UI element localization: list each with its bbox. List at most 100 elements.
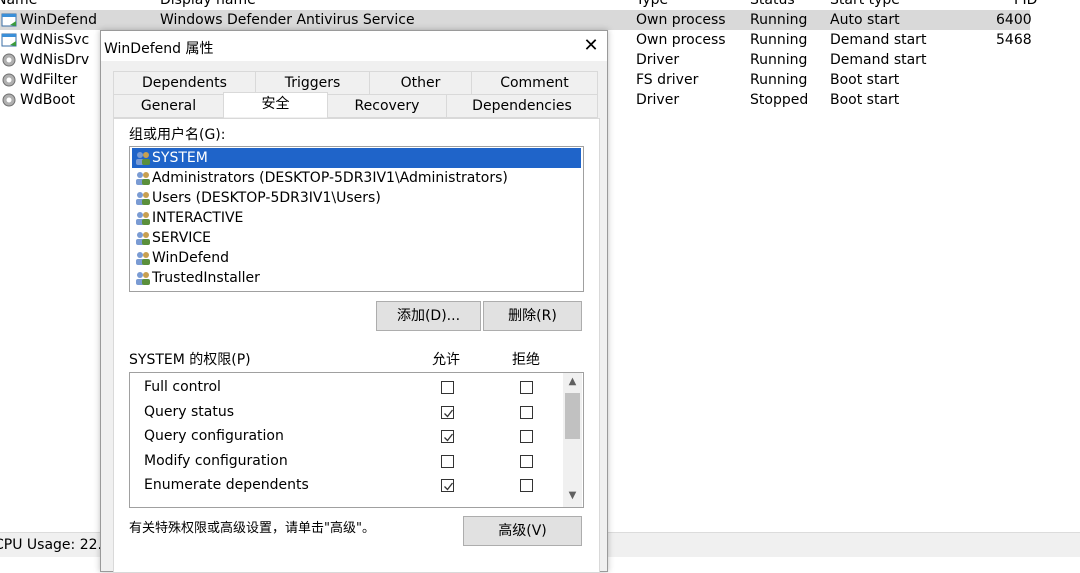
user-name: Administrators (DESKTOP-5DR3IV1\Administ…	[152, 170, 508, 186]
list-item[interactable]: TrustedInstaller	[132, 268, 581, 288]
tab-comment[interactable]: Comment	[471, 71, 598, 95]
col-header-status[interactable]: Status	[750, 0, 795, 8]
advanced-hint: 有关特殊权限或高级设置，请单击"高级"。	[129, 521, 375, 536]
permission-name: Modify configuration	[144, 453, 288, 469]
check-icon	[444, 409, 454, 418]
permission-name: Query status	[144, 404, 235, 420]
service-window-icon	[1, 13, 17, 27]
users-icon	[136, 172, 150, 185]
check-icon	[444, 433, 454, 442]
permission-name: Full control	[144, 379, 221, 395]
col-header-display-name[interactable]: Display name	[160, 0, 256, 8]
service-type: Driver	[636, 92, 680, 108]
check-icon	[444, 482, 454, 491]
list-item[interactable]: SYSTEM	[132, 148, 581, 168]
permissions-list: Full control Query status Query configur…	[129, 372, 584, 508]
user-name: INTERACTIVE	[152, 210, 244, 226]
deny-checkbox[interactable]	[520, 455, 533, 468]
service-name: WdBoot	[20, 92, 75, 108]
tab-dependencies[interactable]: Dependencies	[446, 94, 598, 118]
advanced-button[interactable]: 高级(V)	[463, 516, 582, 546]
col-header-type[interactable]: Type	[636, 0, 668, 8]
users-icon	[136, 272, 150, 285]
users-icon	[136, 212, 150, 225]
allow-checkbox[interactable]	[441, 430, 454, 443]
remove-button[interactable]: 删除(R)	[483, 301, 582, 331]
gear-icon	[2, 53, 16, 67]
scrollbar-thumb[interactable]	[565, 393, 580, 439]
users-icon	[136, 152, 150, 165]
permissions-scrollbar[interactable]: ▲ ▼	[563, 373, 582, 507]
permission-name: Query configuration	[144, 428, 284, 444]
service-pid: 6400	[996, 12, 1032, 28]
permission-row: Query configuration	[130, 425, 560, 449]
service-type: Own process	[636, 32, 726, 48]
deny-checkbox[interactable]	[520, 381, 533, 394]
tab-general[interactable]: General	[113, 94, 224, 118]
permission-row: Query status	[130, 401, 560, 425]
dialog-titlebar[interactable]: WinDefend 属性 ✕	[101, 31, 607, 61]
deny-header: 拒绝	[512, 352, 540, 368]
permission-name: Enumerate dependents	[144, 477, 309, 493]
allow-checkbox[interactable]	[441, 479, 454, 492]
add-button[interactable]: 添加(D)...	[376, 301, 481, 331]
service-name: WdNisDrv	[20, 52, 90, 68]
service-display-name: Windows Defender Antivirus Service	[160, 12, 415, 28]
allow-header: 允许	[432, 352, 460, 368]
service-start-type: Auto start	[830, 12, 900, 28]
dialog-title: WinDefend 属性	[104, 41, 214, 57]
service-start-type: Demand start	[830, 52, 927, 68]
service-type: Own process	[636, 12, 726, 28]
col-header-name[interactable]: Name	[0, 0, 37, 8]
list-item[interactable]: WinDefend	[132, 248, 581, 268]
user-name: WinDefend	[152, 250, 229, 266]
service-status: Running	[750, 12, 808, 28]
service-status: Running	[750, 32, 808, 48]
properties-dialog: WinDefend 属性 ✕ Dependents Triggers Other…	[100, 30, 608, 573]
users-listbox[interactable]: SYSTEM Administrators (DESKTOP-5DR3IV1\A…	[129, 146, 584, 292]
cpu-usage-text: CPU Usage: 22.5	[0, 537, 111, 553]
user-name: SERVICE	[152, 230, 212, 246]
list-item[interactable]: INTERACTIVE	[132, 208, 581, 228]
close-icon[interactable]: ✕	[579, 33, 603, 59]
gear-icon	[2, 93, 16, 107]
service-pid: 5468	[996, 32, 1032, 48]
deny-checkbox[interactable]	[520, 430, 533, 443]
users-icon	[136, 252, 150, 265]
list-item[interactable]: Administrators (DESKTOP-5DR3IV1\Administ…	[132, 168, 581, 188]
tab-other[interactable]: Other	[369, 71, 472, 95]
scroll-down-icon[interactable]: ▼	[563, 487, 582, 505]
scroll-up-icon[interactable]: ▲	[563, 373, 582, 391]
col-header-pid[interactable]: PID	[1014, 0, 1037, 8]
users-icon	[136, 192, 150, 205]
user-name: TrustedInstaller	[152, 270, 260, 286]
service-status: Stopped	[750, 92, 809, 108]
table-row[interactable]: WinDefend Windows Defender Antivirus Ser…	[0, 10, 1032, 30]
deny-checkbox[interactable]	[520, 479, 533, 492]
user-name: Users (DESKTOP-5DR3IV1\Users)	[152, 190, 381, 206]
allow-checkbox[interactable]	[441, 455, 454, 468]
service-start-type: Boot start	[830, 92, 900, 108]
security-panel: 组或用户名(G): SYSTEM Administrators (DESKTOP…	[113, 118, 600, 573]
allow-checkbox[interactable]	[441, 406, 454, 419]
service-window-icon	[1, 33, 17, 47]
col-header-start-type[interactable]: Start type	[830, 0, 900, 8]
permission-row: Full control	[130, 376, 560, 400]
tab-security[interactable]: 安全	[223, 92, 328, 117]
service-name: WinDefend	[20, 12, 97, 28]
tab-recovery[interactable]: Recovery	[327, 94, 447, 118]
list-item[interactable]: Users (DESKTOP-5DR3IV1\Users)	[132, 188, 581, 208]
permission-row: Modify configuration	[130, 450, 560, 474]
service-status: Running	[750, 72, 808, 88]
user-name: SYSTEM	[152, 150, 208, 166]
service-type: FS driver	[636, 72, 699, 88]
list-item[interactable]: SERVICE	[132, 228, 581, 248]
deny-checkbox[interactable]	[520, 406, 533, 419]
group-users-label: 组或用户名(G):	[129, 127, 226, 143]
gear-icon	[2, 73, 16, 87]
allow-checkbox[interactable]	[441, 381, 454, 394]
service-name: WdFilter	[20, 72, 78, 88]
permission-row: Enumerate dependents	[130, 474, 560, 498]
service-start-type: Demand start	[830, 32, 927, 48]
service-type: Driver	[636, 52, 680, 68]
